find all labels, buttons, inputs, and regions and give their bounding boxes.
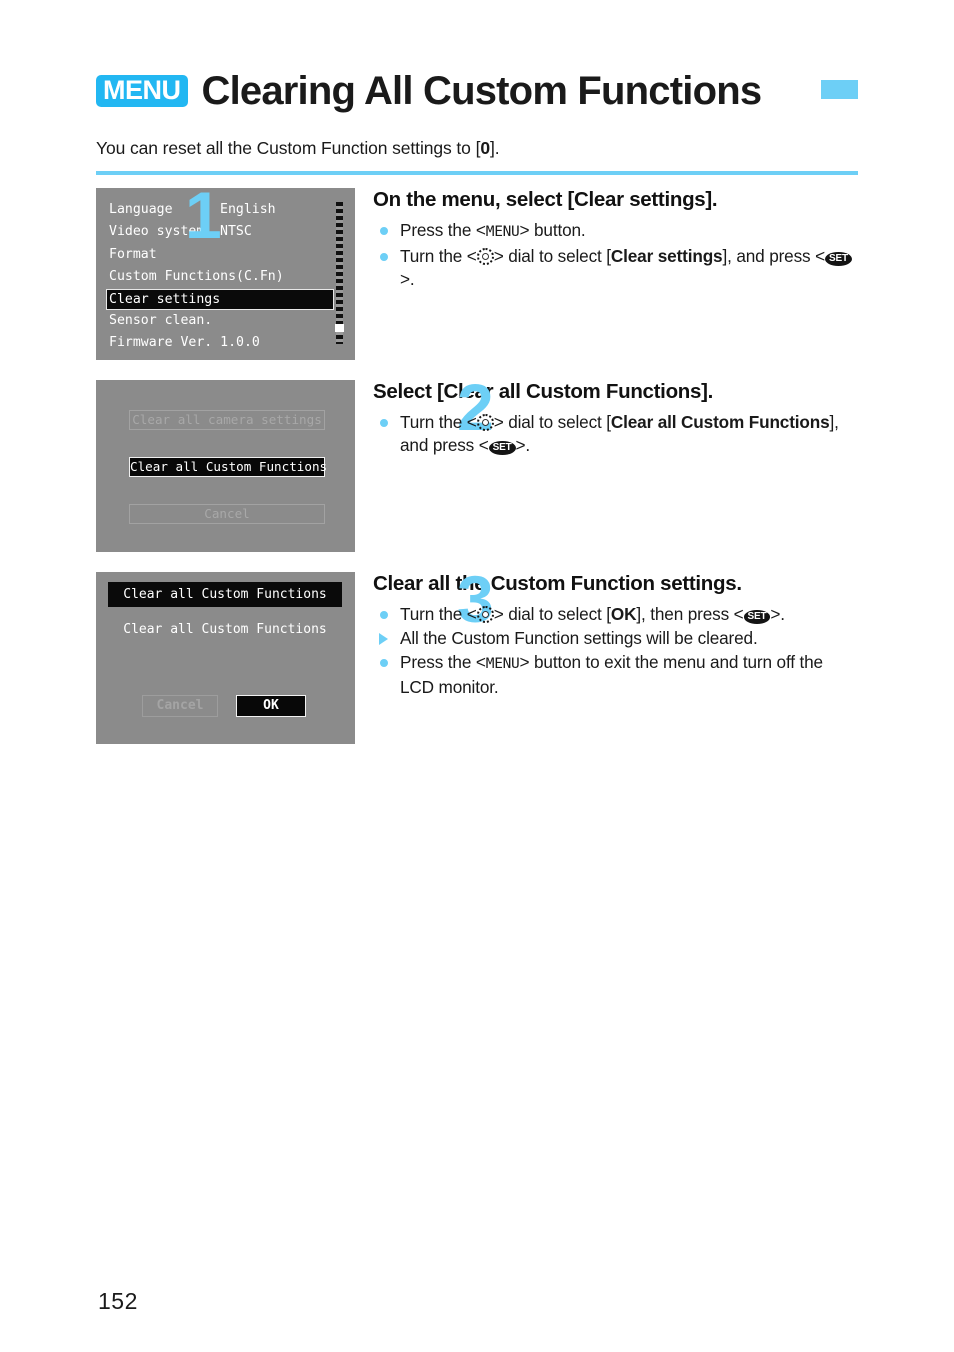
step-2-heading: Select [Clear all Custom Functions]. — [373, 380, 714, 403]
bullet-item: Turn the < > dial to select [OK], then pr… — [373, 603, 858, 626]
step-3-instructions: 3 Clear all the Custom Function settings… — [373, 566, 858, 700]
dial-icon — [476, 248, 494, 265]
set-button-icon: SET — [825, 252, 852, 266]
lcd-screen-confirm-dialog: Clear all Custom Functions Clear all Cus… — [96, 572, 355, 744]
bullet-item: Turn the < > dial to select [Clear all Cu… — [373, 411, 858, 457]
bullet-text: Turn the < — [400, 412, 477, 432]
menu-row[interactable]: Format — [106, 244, 345, 266]
intro-text: You can reset all the Custom Function se… — [96, 138, 500, 159]
step-1-bullet-list: Press the <MENU> button. Turn the < > dia… — [373, 219, 858, 291]
set-button-icon: SET — [743, 610, 771, 624]
menu-badge-icon: MENU — [96, 75, 188, 107]
intro-text-after: ]. — [489, 138, 500, 158]
bullet-text: > dial to select [ — [493, 412, 611, 432]
dialog-body-text: Clear all Custom Functions — [123, 622, 327, 637]
dialog-ok-button[interactable]: OK — [236, 695, 306, 717]
bullet-text: All the Custom Function settings will be… — [400, 628, 758, 648]
bullet-triangle-icon — [379, 633, 388, 645]
bullet-text: ], then press < — [636, 604, 744, 624]
bullet-dot-icon — [380, 659, 388, 667]
bullet-text: Press the < — [400, 652, 486, 672]
step-2-bullet-list: Turn the < > dial to select [Clear all Cu… — [373, 411, 858, 457]
lcd-screen-clear-settings-options: Clear all camera settings Clear all Cust… — [96, 380, 355, 552]
menu-row[interactable]: Firmware Ver. 1.0.0 — [106, 332, 345, 354]
bullet-text-bold: Clear settings — [610, 246, 723, 266]
menu-button-icon: MENU — [485, 224, 520, 240]
menu-row[interactable]: Language English — [106, 199, 345, 221]
bullet-text: > button. — [519, 220, 586, 240]
chapter-tab-marker — [821, 80, 858, 99]
bullet-text: >. — [400, 269, 415, 289]
menu-row[interactable]: Video system NTSC — [106, 221, 345, 243]
menu-row[interactable]: Sensor clean. — [106, 310, 345, 332]
step-1-heading: On the menu, select [Clear settings]. — [373, 188, 718, 211]
page-number: 152 — [98, 1288, 138, 1314]
page-title: Clearing All Custom Functions — [201, 68, 763, 113]
menu-row-value: NTSC — [220, 224, 252, 240]
bullet-text: > dial to select [ — [493, 604, 611, 624]
menu-row-label: Clear settings — [109, 291, 221, 307]
menu-row-selected-clear-settings[interactable]: Clear settings — [106, 288, 334, 310]
menu-row-label: Format — [109, 246, 157, 262]
dialog-cancel-button[interactable]: Cancel — [142, 695, 218, 717]
menu-row-label: Language — [109, 202, 173, 217]
bullet-dot-icon — [380, 419, 388, 427]
bullet-text: >. — [515, 435, 531, 455]
bullet-text-bold: OK — [610, 604, 637, 624]
option-clear-all-camera-settings[interactable]: Clear all camera settings — [129, 410, 325, 430]
menu-scrollbar-thumb[interactable] — [335, 324, 344, 332]
camera-screenshot-3: Clear all Custom Functions Clear all Cus… — [96, 572, 355, 744]
header-divider — [96, 171, 858, 175]
step-3-heading: Clear all the Custom Function settings. — [373, 572, 742, 595]
intro-text-bold: 0 — [480, 138, 490, 158]
option-cancel[interactable]: Cancel — [129, 504, 325, 524]
step-2: Clear all camera settings Clear all Cust… — [96, 374, 858, 552]
menu-scrollbar[interactable] — [336, 202, 343, 344]
bullet-text-bold: Clear all Custom Functions — [610, 412, 830, 432]
camera-screenshot-2: Clear all camera settings Clear all Cust… — [96, 380, 355, 552]
bullet-item: Turn the < > dial to select [Clear settin… — [373, 245, 858, 291]
bullet-dot-icon — [380, 227, 388, 235]
step-3-bullet-list: Turn the < > dial to select [OK], then pr… — [373, 603, 858, 699]
bullet-item: Press the <MENU> button. — [373, 219, 858, 244]
step-1-instructions: 1 On the menu, select [Clear settings]. … — [185, 182, 858, 292]
step-1: Language English Video system NTSC Forma… — [96, 182, 858, 360]
bullet-dot-icon — [380, 253, 388, 261]
menu-row[interactable]: Custom Functions(C.Fn) — [106, 266, 345, 288]
menu-row-label: Firmware Ver. 1.0.0 — [109, 334, 260, 350]
page-header: MENU Clearing All Custom Functions — [96, 60, 858, 122]
manual-page: MENU Clearing All Custom Functions You c… — [0, 0, 954, 1352]
dial-icon — [476, 414, 494, 431]
lcd-screen-menu: Language English Video system NTSC Forma… — [96, 188, 355, 360]
settings-menu-list: Language English Video system NTSC Forma… — [106, 199, 345, 354]
menu-row-label: Sensor clean. — [109, 312, 213, 328]
bullet-text: Press the < — [400, 220, 486, 240]
step-number-1: 1 — [185, 178, 222, 252]
camera-screenshot-1: Language English Video system NTSC Forma… — [96, 188, 355, 360]
bullet-dot-icon — [380, 611, 388, 619]
bullet-text: Turn the < — [400, 246, 477, 266]
menu-row-value: English — [220, 201, 276, 217]
menu-button-icon: MENU — [485, 656, 520, 672]
dial-icon — [476, 606, 494, 623]
bullet-text: > dial to select [ — [493, 246, 611, 266]
bullet-text: Turn the < — [400, 604, 477, 624]
bullet-text: >. — [770, 604, 785, 624]
option-clear-all-custom-functions-selected[interactable]: Clear all Custom Functions — [129, 457, 327, 477]
bullet-item-result: All the Custom Function settings will be… — [373, 627, 858, 650]
intro-text-before: You can reset all the Custom Function se… — [96, 138, 481, 158]
step-3: Clear all Custom Functions Clear all Cus… — [96, 566, 858, 744]
menu-row-label: Custom Functions(C.Fn) — [109, 269, 284, 285]
bullet-item: Press the <MENU> button to exit the menu… — [373, 651, 858, 699]
step-2-instructions: 2 Select [Clear all Custom Functions]. T… — [373, 374, 858, 458]
bullet-text: ], and press < — [722, 246, 825, 266]
dialog-title: Clear all Custom Functions — [108, 582, 342, 607]
set-button-icon: SET — [488, 441, 516, 455]
